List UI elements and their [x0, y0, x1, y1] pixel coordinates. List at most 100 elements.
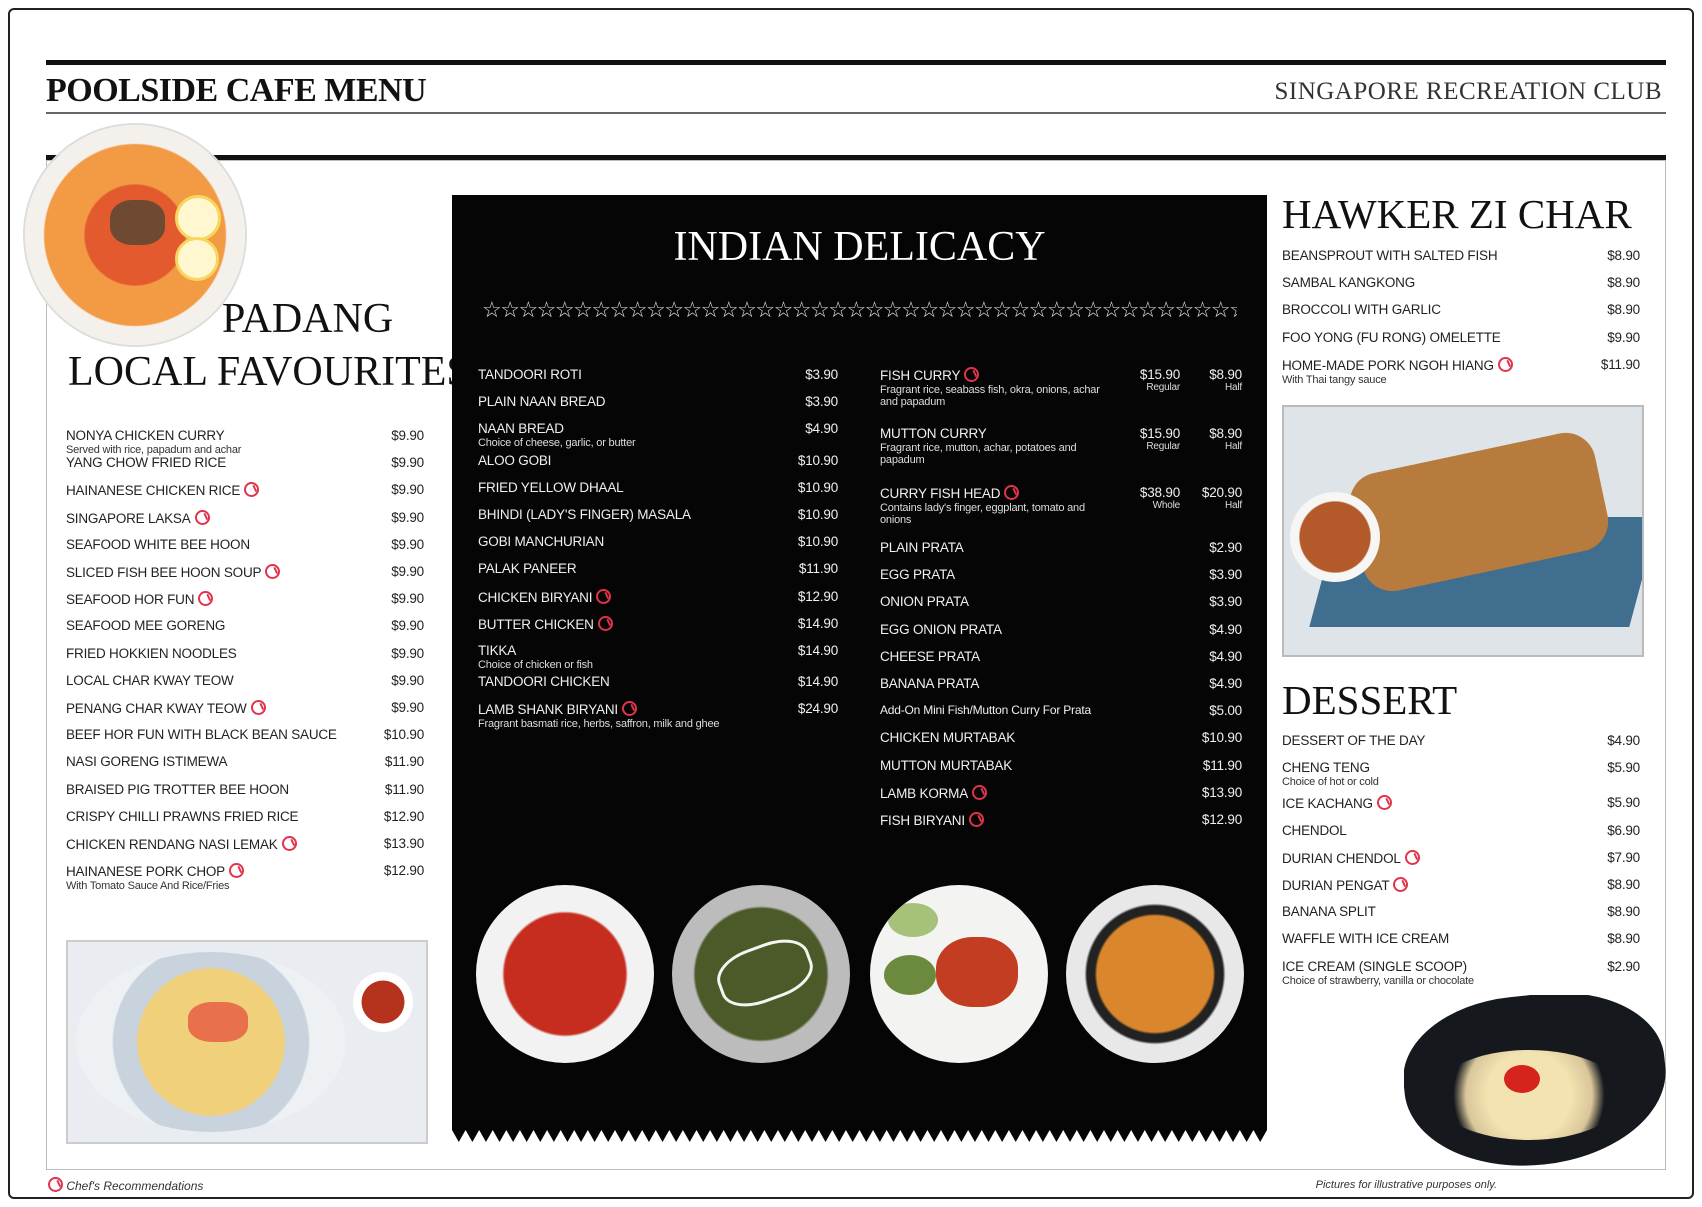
menu-item: WAFFLE WITH ICE CREAM $8.90 [1282, 931, 1640, 946]
menu-item-price: $10.90 [1201, 730, 1242, 746]
menu-item: DURIAN CHENDOL $7.90 [1282, 849, 1640, 866]
chef-recommendation-icon [1393, 877, 1409, 892]
menu-item-name: PENANG CHAR KWAY TEOW [66, 701, 247, 716]
menu-item-price: $9.90 [391, 672, 424, 688]
price-label: Half [1225, 500, 1242, 511]
menu-item-name: SAMBAL KANGKONG [1282, 275, 1416, 291]
menu-item-name: NASI GORENG ISTIMEWA [66, 754, 228, 770]
menu-item: CURRY FISH HEAD Contains lady's finger, e… [880, 485, 1242, 526]
menu-item-name: MUTTON CURRY [880, 426, 987, 441]
price-value: $15.90 [1139, 426, 1180, 441]
menu-item-price: $10.90 [383, 727, 424, 743]
menu-item: SLICED FISH BEE HOON SOUP $9.90 [66, 564, 424, 580]
menu-item-price: $24.90 [797, 701, 838, 717]
menu-item-price: $14.90 [797, 674, 838, 690]
menu-item-description: With Tomato Sauce And Rice/Fries [66, 880, 230, 893]
chef-recommendation-icon [281, 836, 297, 851]
menu-item-name: TANDOORI ROTI [478, 367, 582, 382]
menu-item-price: $3.90 [1209, 594, 1242, 610]
menu-item-name: BRAISED PIG TROTTER BEE HOON [66, 781, 289, 797]
menu-item-name: TANDOORI CHICKEN [478, 674, 610, 690]
menu-item-price: $8.90 [1607, 248, 1640, 263]
menu-item-price: $10.90 [797, 452, 838, 468]
price-label: Half [1225, 382, 1242, 393]
palak-paneer-photo [672, 885, 850, 1063]
menu-item-name: CHEESE PRATA [880, 648, 980, 664]
menu-item-price: $11.90 [384, 754, 424, 770]
menu-item-price: $13.90 [1201, 784, 1242, 800]
hawker-title: HAWKER ZI CHAR [1282, 191, 1632, 237]
menu-item: DESSERT OF THE DAY $4.90 [1282, 733, 1640, 748]
chef-recommendation-icon [198, 591, 214, 607]
menu-item-price: $7.90 [1607, 849, 1640, 865]
menu-item: CHICKEN BIRYANI $12.90 [478, 588, 838, 605]
menu-item-name: BHINDI (LADY'S FINGER) MASALA [478, 507, 691, 522]
menu-item: CHICKEN RENDANG NASI LEMAK $13.90 [66, 836, 424, 852]
chef-recommendation-icon [244, 482, 260, 498]
menu-item: SEAFOOD MEE GORENG $9.90 [66, 618, 424, 633]
menu-item-price: $12.90 [383, 863, 424, 879]
price-value: $38.90 [1139, 485, 1180, 500]
menu-item: BRAISED PIG TROTTER BEE HOON $11.90 [66, 782, 424, 797]
menu-item-price: $9.90 [391, 428, 424, 443]
menu-item: HAINANESE PORK CHOP $12.90 With Tomato Sau… [66, 863, 424, 892]
disclaimer: Pictures for illustrative purposes only. [1315, 1179, 1497, 1191]
menu-item-name: HOME-MADE PORK NGOH HIANG [1282, 357, 1494, 373]
tandoori-chicken-photo [870, 885, 1048, 1063]
menu-item-description: Fragrant basmati rice, herbs, saffron, m… [478, 718, 720, 731]
menu-item: EGG PRATA $3.90 [880, 567, 1242, 582]
menu-item-description: Choice of strawberry, vanilla or chocola… [1282, 974, 1474, 987]
menu-item: PLAIN PRATA $2.90 [880, 540, 1242, 555]
menu-item-description: Choice of chicken or fish [478, 659, 593, 671]
menu-item: HOME-MADE PORK NGOH HIANG $11.90 With Thai… [1282, 356, 1640, 386]
menu-item-price: $9.90 [1607, 329, 1640, 345]
legend-text: Chef's Recommendations [66, 1179, 204, 1193]
chef-recommendation-icon [621, 701, 637, 717]
menu-item-name: ALOO GOBI [478, 452, 552, 468]
menu-item: MUTTON MURTABAK $11.90 [880, 758, 1242, 773]
zigzag-path [452, 1130, 1267, 1142]
price-half: $8.90 Half [1209, 426, 1242, 452]
price-value: $15.90 [1139, 367, 1180, 382]
club-name: SINGAPORE RECREATION CLUB [1274, 78, 1662, 105]
chef-recommendation-icon [1497, 356, 1513, 372]
menu-item-name: LAMB KORMA [880, 785, 969, 801]
menu-item: BUTTER CHICKEN $14.90 [478, 615, 838, 632]
menu-item-price: $3.90 [805, 394, 838, 410]
menu-item: TANDOORI ROTI $3.90 [478, 367, 838, 382]
menu-item-price: $9.90 [391, 536, 424, 552]
menu-item: SAMBAL KANGKONG $8.90 [1282, 275, 1640, 290]
menu-item: LAMB SHANK BIRYANI $24.90 Fragrant basmati… [478, 701, 838, 730]
menu-item-price: $12.90 [797, 588, 838, 604]
dessert-bowl-photo [1404, 995, 1666, 1180]
menu-item-price: $8.90 [1607, 877, 1640, 892]
menu-item-description: Contains lady's finger, eggplant, tomato… [880, 502, 1085, 526]
menu-item-name: CHICKEN BIRYANI [478, 589, 593, 605]
chef-recommendation-icon [48, 1177, 63, 1192]
menu-item-price: $11.90 [798, 561, 838, 577]
menu-item-price: $5.00 [1209, 703, 1242, 719]
menu-item: CHEESE PRATA $4.90 [880, 649, 1242, 664]
menu-item: NASI GORENG ISTIMEWA $11.90 [66, 754, 424, 769]
menu-item-name: ONION PRATA [880, 594, 969, 610]
menu-item-name: FRIED YELLOW DHAAL [478, 479, 624, 495]
menu-item-name: NONYA CHICKEN CURRY [66, 428, 225, 443]
menu-item-price: $5.90 [1607, 795, 1640, 811]
menu-item-name: PLAIN PRATA [880, 540, 964, 555]
menu-item-price: $9.90 [391, 455, 424, 471]
indian-delicacy-panel: INDIAN DELICACY ☆☆☆☆☆☆☆☆☆☆☆☆☆☆☆☆☆☆☆☆☆☆☆☆… [452, 195, 1267, 1130]
menu-item-price: $10.90 [797, 479, 838, 495]
chef-recommendation-icon [1376, 795, 1392, 811]
menu-item: Add-On Mini Fish/Mutton Curry For Prata $… [880, 703, 1242, 719]
menu-title: POOLSIDE CAFE MENU [46, 72, 427, 109]
menu-item-name: DURIAN PENGAT [1282, 878, 1390, 893]
menu-item-price: $4.90 [1209, 648, 1242, 664]
menu-item-name: DURIAN CHENDOL [1282, 850, 1401, 866]
menu-item-name: Add-On Mini Fish/Mutton Curry For Prata [880, 703, 1091, 718]
menu-item-name: BEEF HOR FUN WITH BLACK BEAN SAUCE [66, 727, 337, 743]
menu-item: BROCCOLI WITH GARLIC $8.90 [1282, 302, 1640, 317]
menu-item-name: CHENG TENG [1282, 760, 1370, 776]
menu-item: CHENDOL $6.90 [1282, 823, 1640, 838]
menu-item: TANDOORI CHICKEN $14.90 [478, 674, 838, 689]
menu-item-name: BEANSPROUT WITH SALTED FISH [1282, 248, 1498, 263]
